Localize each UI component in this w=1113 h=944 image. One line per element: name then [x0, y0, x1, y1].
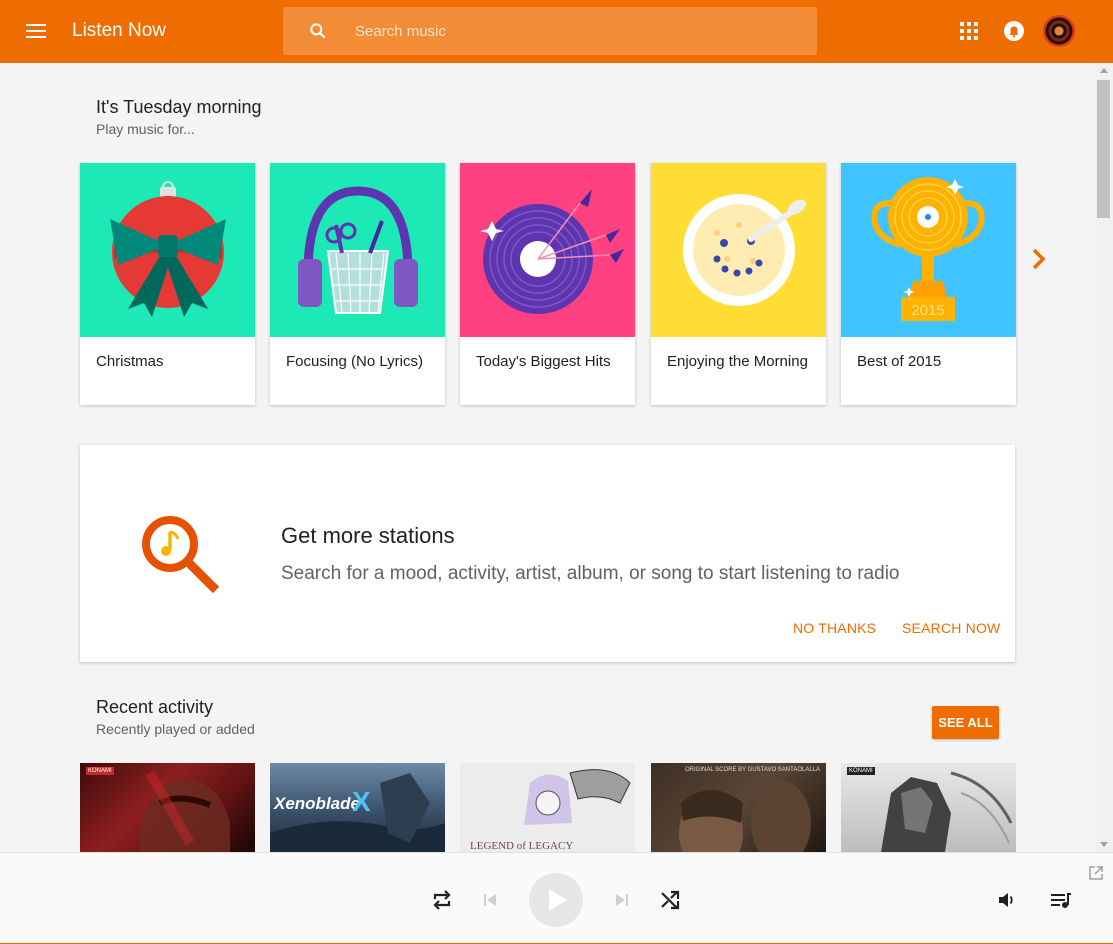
card-label: Focusing (No Lyrics) [286, 353, 423, 370]
album-logo: LEGEND of LEGACY [470, 840, 573, 852]
cereal-bowl-icon [651, 163, 826, 337]
section-title: It's Tuesday morning [96, 97, 262, 117]
album-caption: ORIGINAL SCORE BY GUSTAVO SANTAOLALLA [685, 767, 821, 773]
card-christmas[interactable]: Christmas [80, 163, 255, 405]
queue-icon[interactable] [1050, 892, 1072, 908]
ornament-icon [80, 163, 255, 337]
album-art [679, 781, 811, 852]
skip-previous-icon[interactable] [483, 893, 497, 907]
card-best-of-2015[interactable]: 2015 Best of 2015 [841, 163, 1016, 405]
scroll-up-arrow[interactable] [1100, 68, 1108, 73]
scrollbar[interactable] [1095, 63, 1113, 852]
card-art [651, 163, 826, 337]
player-bar [0, 852, 1113, 944]
album-cover[interactable]: KONAMI [80, 763, 255, 852]
chevron-right-icon[interactable] [1028, 246, 1050, 272]
section-subtitle: Play music for... [96, 121, 195, 137]
open-in-new-icon[interactable] [1089, 866, 1103, 880]
card-art [460, 163, 635, 337]
album-cover[interactable]: KONAMI [841, 763, 1016, 852]
trophy-year: 2015 [911, 302, 944, 319]
scroll-thumb[interactable] [1097, 80, 1110, 218]
play-icon [549, 889, 567, 911]
card-art [270, 163, 445, 337]
album-logo: Xenoblade [273, 794, 360, 813]
page-title: Listen Now [72, 20, 166, 41]
search-input[interactable] [355, 19, 795, 43]
stations-promo-card: Get more stations Search for a mood, act… [80, 445, 1015, 662]
scroll-down-arrow[interactable] [1100, 842, 1108, 847]
search-icon[interactable] [308, 21, 328, 41]
card-label: Today's Biggest Hits [476, 353, 611, 370]
card-biggest-hits[interactable]: Today's Biggest Hits [460, 163, 635, 405]
avatar[interactable] [1043, 15, 1075, 47]
headphones-icon [270, 163, 445, 337]
vinyl-target-icon [460, 163, 635, 337]
card-label: Christmas [96, 353, 164, 370]
album-art [881, 771, 1013, 852]
album-cover[interactable]: Xenoblade X [270, 763, 445, 852]
album-art: Xenoblade X [270, 773, 445, 852]
card-enjoying-morning[interactable]: Enjoying the Morning [651, 163, 826, 405]
album-cover[interactable]: LEGEND of LEGACY [460, 763, 635, 852]
trophy-icon: 2015 [841, 163, 1016, 337]
svg-text:X: X [352, 786, 371, 817]
apps-grid-icon[interactable] [960, 22, 978, 40]
album-label: KONAMI [847, 767, 875, 775]
bell-icon[interactable] [1003, 20, 1025, 42]
album-art: LEGEND of LEGACY [470, 769, 631, 852]
album-art [139, 770, 230, 852]
no-thanks-button[interactable]: NO THANKS [793, 620, 876, 636]
volume-icon[interactable] [998, 892, 1016, 908]
search-bar[interactable] [283, 7, 817, 55]
card-art: 2015 [841, 163, 1016, 337]
see-all-button[interactable]: SEE ALL [932, 706, 999, 739]
top-app-bar: Listen Now [0, 0, 1113, 63]
card-label: Enjoying the Morning [667, 353, 808, 370]
promo-title: Get more stations [281, 523, 455, 548]
repeat-icon[interactable] [431, 889, 453, 911]
card-art [80, 163, 255, 337]
promo-description: Search for a mood, activity, artist, alb… [281, 563, 900, 584]
section-subtitle: Recently played or added [96, 721, 255, 737]
skip-next-icon[interactable] [615, 893, 629, 907]
search-now-button[interactable]: SEARCH NOW [902, 620, 1000, 636]
menu-icon[interactable] [26, 24, 46, 38]
play-button[interactable] [529, 873, 583, 927]
section-title: Recent activity [96, 697, 214, 717]
shuffle-icon[interactable] [660, 890, 680, 910]
music-search-icon [142, 516, 220, 594]
album-cover[interactable]: ORIGINAL SCORE BY GUSTAVO SANTAOLALLA [651, 763, 826, 852]
card-label: Best of 2015 [857, 353, 942, 370]
album-label: KONAMI [86, 767, 114, 775]
card-focusing[interactable]: Focusing (No Lyrics) [270, 163, 445, 405]
